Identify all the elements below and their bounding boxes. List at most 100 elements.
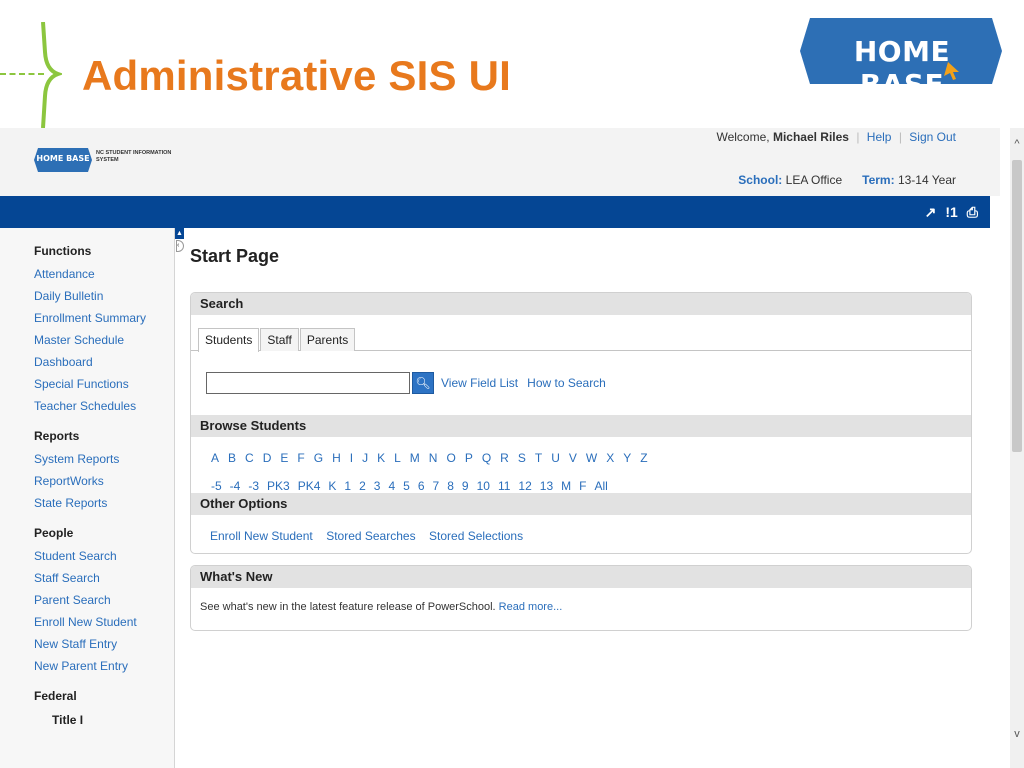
browse-letter-link[interactable]: G	[314, 450, 323, 466]
link-arrow-icon[interactable]: ↗	[925, 204, 937, 221]
browse-grade-link[interactable]: 6	[418, 478, 425, 494]
browse-letter-link[interactable]: O	[446, 450, 455, 466]
browse-letter-link[interactable]: V	[569, 450, 577, 466]
browse-students-heading: Browse Students	[191, 415, 971, 437]
search-icon[interactable]: 🔍︎	[412, 372, 434, 394]
browse-grade-link[interactable]: 10	[477, 478, 490, 494]
browse-grade-link[interactable]: M	[561, 478, 571, 494]
browse-grade-link[interactable]: 2	[359, 478, 366, 494]
browse-grade-link[interactable]: -3	[248, 478, 259, 494]
sidebar-item-master-schedule[interactable]: Master Schedule	[34, 329, 174, 351]
sidebar-item-state-reports[interactable]: State Reports	[34, 492, 174, 514]
browse-grade-link[interactable]: F	[579, 478, 586, 494]
sidebar-item-staff-search[interactable]: Staff Search	[34, 567, 174, 589]
alert-icon[interactable]: !1	[945, 204, 957, 221]
browse-grade-link[interactable]: -4	[230, 478, 241, 494]
other-options: Enroll New Student Stored Searches Store…	[191, 515, 971, 553]
slide-title: Administrative SIS UI	[82, 52, 511, 99]
browse-letter-link[interactable]: L	[394, 450, 401, 466]
search-input[interactable]	[206, 372, 410, 394]
sidebar-item-student-search[interactable]: Student Search	[34, 545, 174, 567]
sidebar-item-system-reports[interactable]: System Reports	[34, 448, 174, 470]
other-options-heading: Other Options	[191, 493, 971, 515]
help-link[interactable]: Help	[867, 130, 892, 144]
browse-grade-link[interactable]: PK4	[298, 478, 321, 494]
tab-staff[interactable]: Staff	[260, 328, 299, 351]
browse-letter-link[interactable]: M	[410, 450, 420, 466]
browse-grade-link[interactable]: 8	[447, 478, 454, 494]
stored-searches-link[interactable]: Stored Searches	[326, 529, 415, 543]
tab-parents[interactable]: Parents	[299, 328, 356, 351]
page-title: Start Page	[190, 246, 280, 266]
browse-grade-link[interactable]: PK3	[267, 478, 290, 494]
browse-letter-link[interactable]: A	[211, 450, 219, 466]
browse-letter-link[interactable]: E	[280, 450, 288, 466]
sidebar-item-enrollment-summary[interactable]: Enrollment Summary	[34, 307, 174, 329]
print-icon[interactable]: ⎙	[967, 204, 978, 221]
enroll-new-student-link[interactable]: Enroll New Student	[210, 529, 313, 543]
browse-letter-link[interactable]: Y	[623, 450, 631, 466]
browse-letter-link[interactable]: T	[535, 450, 542, 466]
nav-bar: ↗ !1 ⎙	[0, 196, 990, 228]
chevron-left-icon[interactable]: ‹	[176, 240, 184, 252]
sign-out-link[interactable]: Sign Out	[909, 130, 956, 144]
browse-letter-link[interactable]: S	[518, 450, 526, 466]
browse-letter-link[interactable]: N	[429, 450, 438, 466]
sidebar-item-parent-search[interactable]: Parent Search	[34, 589, 174, 611]
sidebar-item-new-staff-entry[interactable]: New Staff Entry	[34, 633, 174, 655]
chevron-down-icon[interactable]: v	[1010, 728, 1024, 740]
browse-letter-link[interactable]: D	[263, 450, 272, 466]
browse-grade-link[interactable]: 11	[498, 478, 510, 494]
browse-letter-link[interactable]: C	[245, 450, 254, 466]
browse-letter-link[interactable]: R	[500, 450, 509, 466]
browse-grade-link[interactable]: 7	[433, 478, 440, 494]
tab-students[interactable]: Students	[198, 328, 260, 352]
school-value[interactable]: LEA Office	[786, 173, 842, 187]
sidebar-item-daily-bulletin[interactable]: Daily Bulletin	[34, 285, 174, 307]
chevron-up-icon[interactable]: ▲	[175, 228, 184, 239]
view-field-list-link[interactable]: View Field List	[441, 376, 518, 390]
sidebar-item-reportworks[interactable]: ReportWorks	[34, 470, 174, 492]
browse-letter-link[interactable]: Q	[482, 450, 491, 466]
browse-grade-link[interactable]: 12	[518, 478, 531, 494]
browse-grade-link[interactable]: 13	[540, 478, 553, 494]
browse-letter-link[interactable]: Z	[640, 450, 647, 466]
reports-heading: Reports	[34, 429, 80, 443]
browse-letter-link[interactable]: B	[228, 450, 236, 466]
chevron-up-icon[interactable]: ^	[1010, 138, 1024, 150]
sidebar-item-teacher-schedules[interactable]: Teacher Schedules	[34, 395, 174, 417]
welcome-text: Welcome,	[716, 130, 770, 144]
browse-letter-link[interactable]: F	[297, 450, 304, 466]
page-scrollbar[interactable]: ^ v	[1010, 128, 1024, 768]
how-to-search-link[interactable]: How to Search	[527, 376, 606, 390]
browse-grade-link[interactable]: 3	[374, 478, 381, 494]
browse-letter-link[interactable]: X	[606, 450, 614, 466]
browse-letter-link[interactable]: K	[377, 450, 385, 466]
sidebar-item-dashboard[interactable]: Dashboard	[34, 351, 174, 373]
stored-selections-link[interactable]: Stored Selections	[429, 529, 523, 543]
sidebar-item-title-i[interactable]: Title I	[52, 713, 174, 727]
browse-letter-link[interactable]: W	[586, 450, 597, 466]
sidebar-item-special-functions[interactable]: Special Functions	[34, 373, 174, 395]
browse-grade-link[interactable]: 9	[462, 478, 469, 494]
browse-letter-link[interactable]: P	[465, 450, 473, 466]
scrollbar-thumb[interactable]	[1012, 160, 1022, 452]
sidebar-item-new-parent-entry[interactable]: New Parent Entry	[34, 655, 174, 677]
browse-grade-link[interactable]: 4	[388, 478, 395, 494]
browse-grade-link[interactable]: 5	[403, 478, 410, 494]
browse-grade-link[interactable]: -5	[211, 478, 222, 494]
browse-letter-link[interactable]: J	[362, 450, 368, 466]
browse-grade-link[interactable]: K	[328, 478, 336, 494]
whats-new-panel: What's New See what's new in the latest …	[190, 565, 972, 631]
browse-letter-link[interactable]: H	[332, 450, 341, 466]
browse-grade-link[interactable]: All	[594, 478, 607, 494]
term-value[interactable]: 13-14 Year	[898, 173, 956, 187]
read-more-link[interactable]: Read more...	[499, 601, 563, 613]
sidebar-item-attendance[interactable]: Attendance	[34, 263, 174, 285]
browse-grade-link[interactable]: 1	[344, 478, 351, 494]
sidebar-collapse-handle[interactable]: ▲ ‹	[175, 228, 185, 254]
browse-letter-link[interactable]: U	[551, 450, 560, 466]
browse-letter-link[interactable]: I	[350, 450, 353, 466]
sidebar-item-enroll-new-student[interactable]: Enroll New Student	[34, 611, 174, 633]
separator: |	[856, 130, 860, 144]
